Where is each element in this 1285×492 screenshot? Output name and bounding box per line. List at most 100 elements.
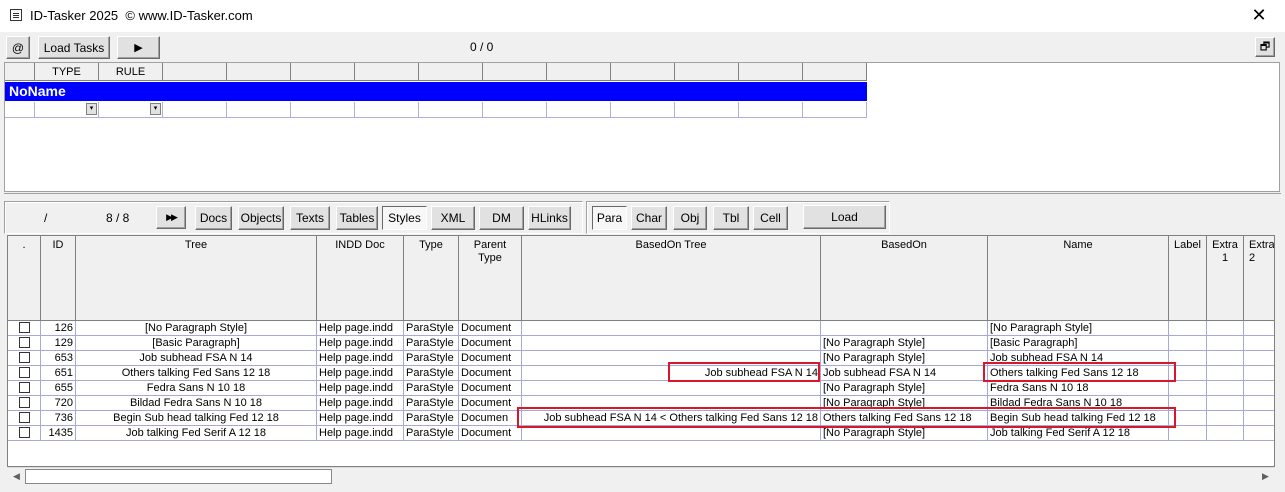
checkbox[interactable] [18,382,30,393]
tab-docs[interactable]: Docs [195,206,232,230]
subtab-tbl[interactable]: Tbl [713,206,749,230]
checkbox[interactable] [18,412,30,423]
subtab-obj[interactable]: Obj [673,206,707,230]
cell-id: 736 [41,411,76,426]
task-grid-header[interactable] [355,63,419,81]
noname-row[interactable]: NoName [5,82,867,101]
task-grid-header[interactable] [675,63,739,81]
tab-tables[interactable]: Tables [336,206,378,230]
fast-forward-button[interactable]: ▶▶ [156,206,186,229]
tab-objects[interactable]: Objects [238,206,284,230]
rule-cell[interactable] [419,102,483,118]
task-grid-header[interactable] [163,63,227,81]
task-grid-header[interactable] [611,63,675,81]
cell-label [1169,426,1207,441]
cell-extra-1 [1207,426,1244,441]
cell-type: ParaStyle [404,336,459,351]
column-header-parent-type[interactable]: Parent Type [459,236,522,321]
column-header-extra-1[interactable]: Extra 1 [1207,236,1244,321]
tab-texts[interactable]: Texts [290,206,330,230]
row-checkbox[interactable] [8,366,41,381]
rule-cell[interactable] [5,102,35,118]
task-grid-header[interactable] [803,63,867,81]
load-styles-button[interactable]: Load [803,205,886,229]
scrollbar-thumb[interactable] [25,469,332,484]
column-header-name[interactable]: Name [988,236,1169,321]
row-checkbox[interactable] [8,426,41,441]
scroll-left-icon[interactable]: ◀ [8,468,25,485]
rule-cell[interactable] [547,102,611,118]
chevron-down-icon[interactable]: ▾ [150,103,161,115]
horizontal-scrollbar[interactable]: ◀ ▶ [8,467,1274,484]
cell-basedon-tree [522,426,821,441]
subtab-char[interactable]: Char [631,206,667,230]
column-header-basedon-tree[interactable]: BasedOn Tree [522,236,821,321]
rule-dropdown[interactable]: ▾ [99,102,163,118]
task-grid-header[interactable] [547,63,611,81]
column-header-extra-2[interactable]: Extra 2 [1244,236,1274,321]
chevron-down-icon[interactable]: ▾ [86,103,97,115]
row-checkbox[interactable] [8,396,41,411]
cell-id: 126 [41,321,76,336]
task-grid-header[interactable] [483,63,547,81]
cell-extra-2 [1244,366,1274,381]
row-checkbox[interactable] [8,351,41,366]
tab-xml[interactable]: XML [431,206,475,230]
checkbox[interactable] [18,367,30,378]
type-dropdown[interactable]: ▾ [35,102,99,118]
load-tasks-button[interactable]: Load Tasks [38,36,110,59]
rule-cell[interactable] [611,102,675,118]
task-grid-header[interactable] [227,63,291,81]
cell-label [1169,321,1207,336]
at-button[interactable]: @ [6,36,30,59]
cell-parent-type: Document [459,336,522,351]
subtab-cell[interactable]: Cell [753,206,788,230]
column-header-select[interactable]: . [8,236,41,321]
checkbox[interactable] [18,322,30,333]
row-checkbox[interactable] [8,336,41,351]
row-checkbox[interactable] [8,411,41,426]
column-header-type[interactable]: Type [404,236,459,321]
row-checkbox[interactable] [8,321,41,336]
column-header-id[interactable]: ID [41,236,76,321]
close-icon[interactable]: ✕ [1236,0,1282,30]
checkbox[interactable] [18,337,30,348]
task-grid-header[interactable] [291,63,355,81]
cell-basedon-tree [522,321,821,336]
cell-extra-1 [1207,336,1244,351]
rule-cell[interactable] [355,102,419,118]
cell-type: ParaStyle [404,381,459,396]
rule-cell[interactable] [163,102,227,118]
task-grid-header[interactable] [419,63,483,81]
rule-cell[interactable] [291,102,355,118]
checkbox[interactable] [18,427,30,438]
play-button[interactable]: ▶ [117,36,160,59]
rule-cell[interactable] [227,102,291,118]
subtab-para[interactable]: Para [592,206,627,230]
rule-cell[interactable] [803,102,867,118]
cell-basedon: [No Paragraph Style] [821,336,988,351]
task-grid-header-type[interactable]: TYPE [35,63,99,81]
cell-name: Job talking Fed Serif A 12 18 [988,426,1169,441]
task-grid-header-rule[interactable]: RULE [99,63,163,81]
tab-hlinks[interactable]: HLinks [528,206,571,230]
column-header-tree[interactable]: Tree [76,236,317,321]
rule-cell[interactable] [483,102,547,118]
splitter[interactable] [4,193,1281,199]
column-header-label[interactable]: Label [1169,236,1207,321]
column-header-basedon[interactable]: BasedOn [821,236,988,321]
column-header-indd-doc[interactable]: INDD Doc [317,236,404,321]
rule-cell[interactable] [739,102,803,118]
cell-label [1169,336,1207,351]
tab-styles[interactable]: Styles [382,206,427,230]
rule-cell[interactable] [675,102,739,118]
task-grid-header[interactable] [739,63,803,81]
checkbox[interactable] [18,352,30,363]
cell-tree: Job subhead FSA N 14 [76,351,317,366]
checkbox[interactable] [18,397,30,408]
row-checkbox[interactable] [8,381,41,396]
restore-icon[interactable]: 🗗 [1255,37,1275,57]
resize-grip-icon[interactable] [1270,477,1282,489]
tab-dm[interactable]: DM [479,206,524,230]
cell-basedon: [No Paragraph Style] [821,426,988,441]
